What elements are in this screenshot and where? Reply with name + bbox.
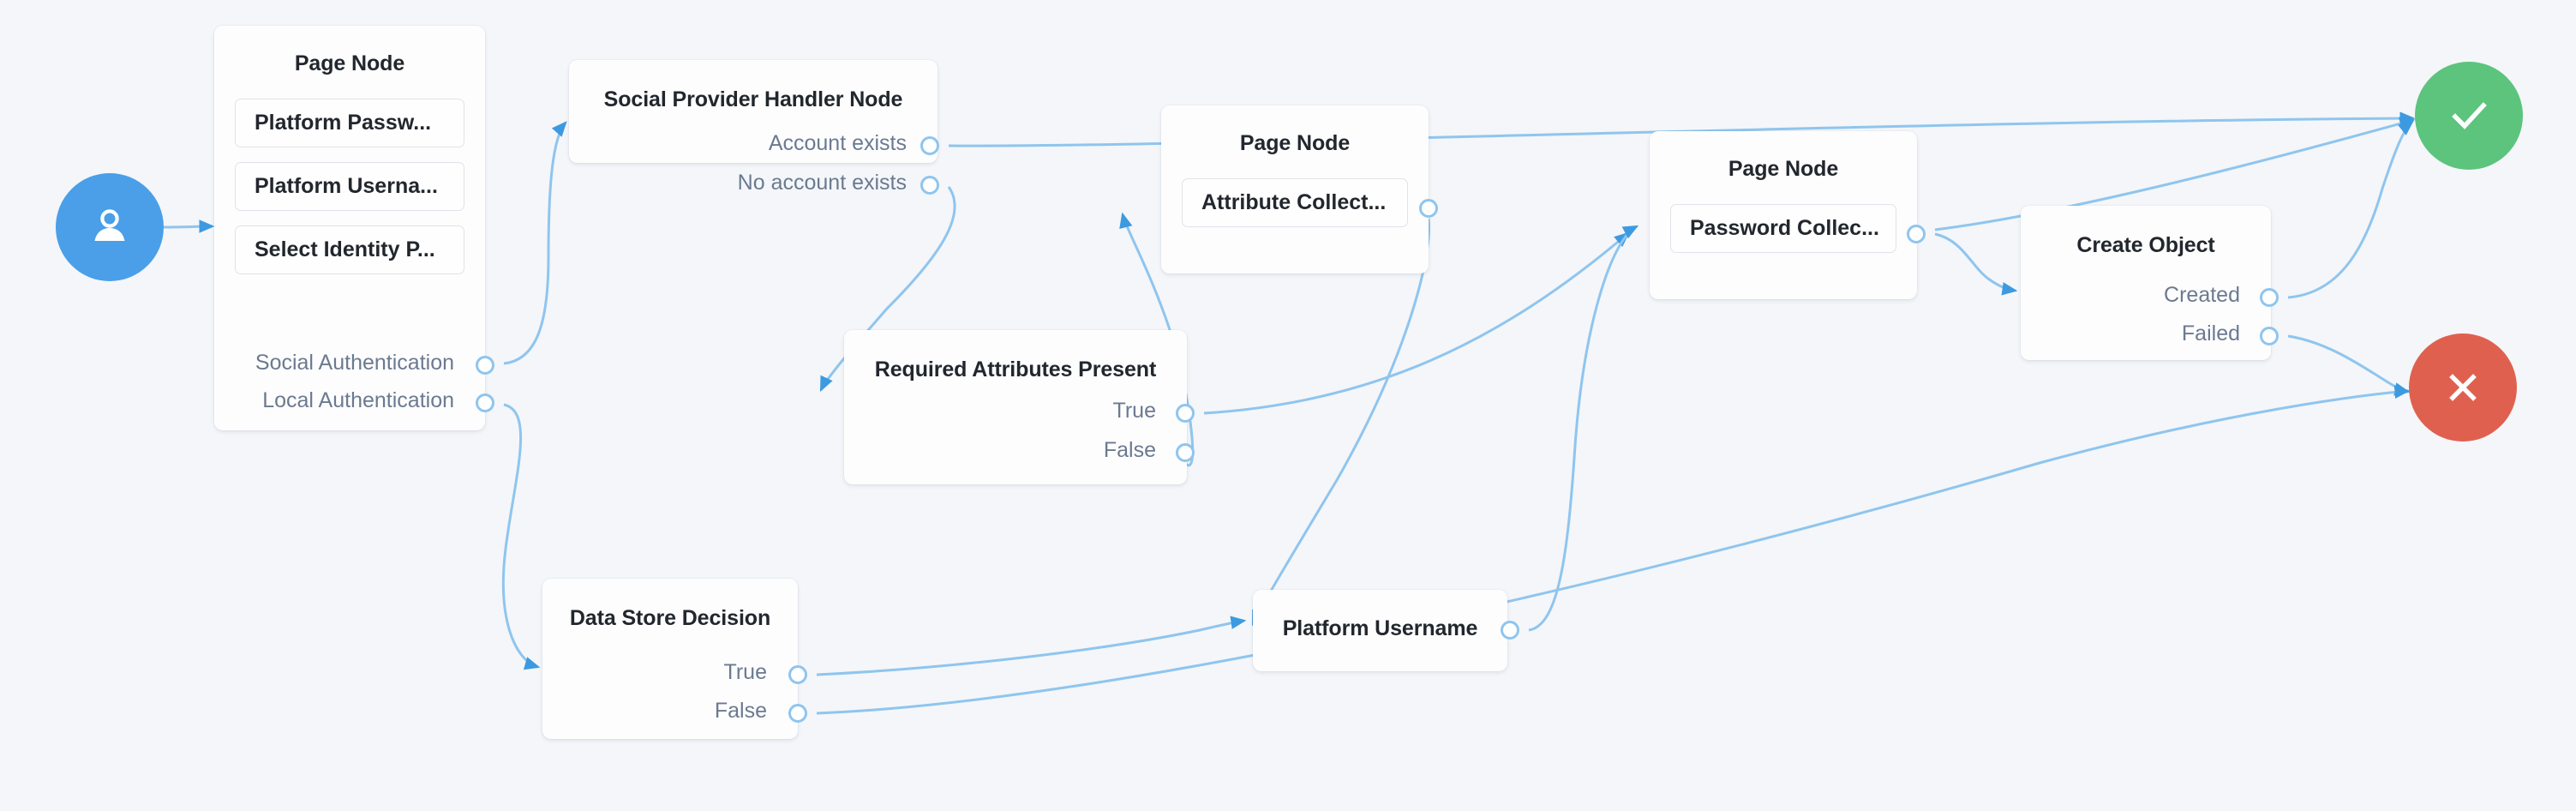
node-title: Create Object xyxy=(2076,233,2215,257)
edge-start-to-page-node[interactable] xyxy=(163,219,215,233)
node-title: Page Node xyxy=(1239,131,1351,155)
port-create-object-failed[interactable] xyxy=(2260,327,2279,345)
platform-username-node[interactable]: Platform Username xyxy=(1253,590,1507,671)
port-password-collector-out[interactable] xyxy=(1907,225,1926,243)
required-attributes-present-node[interactable]: Required Attributes Present True False xyxy=(844,330,1187,484)
port-no-account-exists[interactable] xyxy=(920,176,939,195)
node-title: Platform Username xyxy=(1282,616,1478,640)
edge-password-collector-to-create-object[interactable] xyxy=(1934,232,2018,296)
outcome-failed[interactable]: Failed xyxy=(2182,321,2240,346)
node-title: Page Node xyxy=(1728,157,1839,181)
edge-local-auth-to-data-store[interactable] xyxy=(501,403,541,670)
flow-canvas[interactable]: Page Node Platform Passw... Platform Usern… xyxy=(0,0,2576,811)
port-attribute-collector-out[interactable] xyxy=(1419,199,1438,218)
page-node-login[interactable]: Page Node Platform Passw... Platform Usern… xyxy=(214,26,485,430)
outcome-true[interactable]: True xyxy=(724,660,767,685)
user-icon xyxy=(94,209,125,241)
close-icon xyxy=(2449,374,2477,401)
edge-data-store-true-to-platform-username[interactable] xyxy=(816,616,1247,676)
node-title: Social Provider Handler Node xyxy=(603,87,903,111)
field-label: Attribute Collect... xyxy=(1201,190,1387,214)
data-store-decision-node[interactable]: Data Store Decision True False xyxy=(542,579,798,739)
success-endpoint[interactable] xyxy=(2415,62,2523,170)
field-platform-username[interactable]: Platform Userna... xyxy=(235,162,464,211)
field-platform-password[interactable]: Platform Passw... xyxy=(235,99,464,147)
outcome-created[interactable]: Created xyxy=(2164,283,2240,308)
outcome-false[interactable]: False xyxy=(715,699,767,724)
node-title: Required Attributes Present xyxy=(874,357,1157,381)
edge-attribute-collector-to-password-node[interactable] xyxy=(1251,218,1430,627)
edge-social-auth-to-social-provider[interactable] xyxy=(503,121,567,365)
field-select-identity-provider[interactable]: Select Identity P... xyxy=(235,225,464,274)
port-platform-username-out[interactable] xyxy=(1501,621,1519,640)
field-label: Platform Passw... xyxy=(255,111,432,135)
field-password-collector[interactable]: Password Collec... xyxy=(1670,204,1896,253)
port-social-authentication[interactable] xyxy=(476,356,494,375)
page-node-password-collector[interactable]: Page Node Password Collec... xyxy=(1650,131,1917,299)
field-attribute-collector[interactable]: Attribute Collect... xyxy=(1182,178,1408,227)
create-object-node[interactable]: Create Object Created Failed xyxy=(2021,206,2271,360)
failure-endpoint[interactable] xyxy=(2409,333,2517,442)
port-required-attrs-false[interactable] xyxy=(1176,443,1195,462)
outcome-social-authentication[interactable]: Social Authentication xyxy=(255,351,454,375)
outcome-local-authentication[interactable]: Local Authentication xyxy=(262,388,454,413)
port-data-store-true[interactable] xyxy=(788,665,807,684)
check-icon xyxy=(2452,102,2487,129)
port-account-exists[interactable] xyxy=(920,136,939,155)
port-required-attrs-true[interactable] xyxy=(1176,404,1195,423)
port-data-store-false[interactable] xyxy=(788,704,807,723)
port-local-authentication[interactable] xyxy=(476,393,494,412)
user-start-node[interactable] xyxy=(56,173,164,281)
node-title: Page Node xyxy=(294,51,405,75)
field-label: Password Collec... xyxy=(1690,216,1879,240)
outcome-false[interactable]: False xyxy=(1104,438,1156,463)
outcome-account-exists[interactable]: Account exists xyxy=(769,131,907,156)
field-label: Platform Userna... xyxy=(255,174,438,198)
edge-platform-username-to-password-node[interactable] xyxy=(1528,225,1639,632)
port-create-object-created[interactable] xyxy=(2260,288,2279,307)
edge-failed-to-failure[interactable] xyxy=(2287,334,2411,396)
social-provider-handler-node[interactable]: Social Provider Handler Node Account exis… xyxy=(569,60,938,195)
node-title: Data Store Decision xyxy=(569,606,771,630)
page-node-attribute-collector[interactable]: Page Node Attribute Collect... xyxy=(1161,105,1429,273)
outcome-no-account-exists[interactable]: No account exists xyxy=(738,171,907,195)
field-label: Select Identity P... xyxy=(255,237,435,261)
edge-created-to-success[interactable] xyxy=(2287,120,2414,299)
outcome-true[interactable]: True xyxy=(1113,399,1156,424)
